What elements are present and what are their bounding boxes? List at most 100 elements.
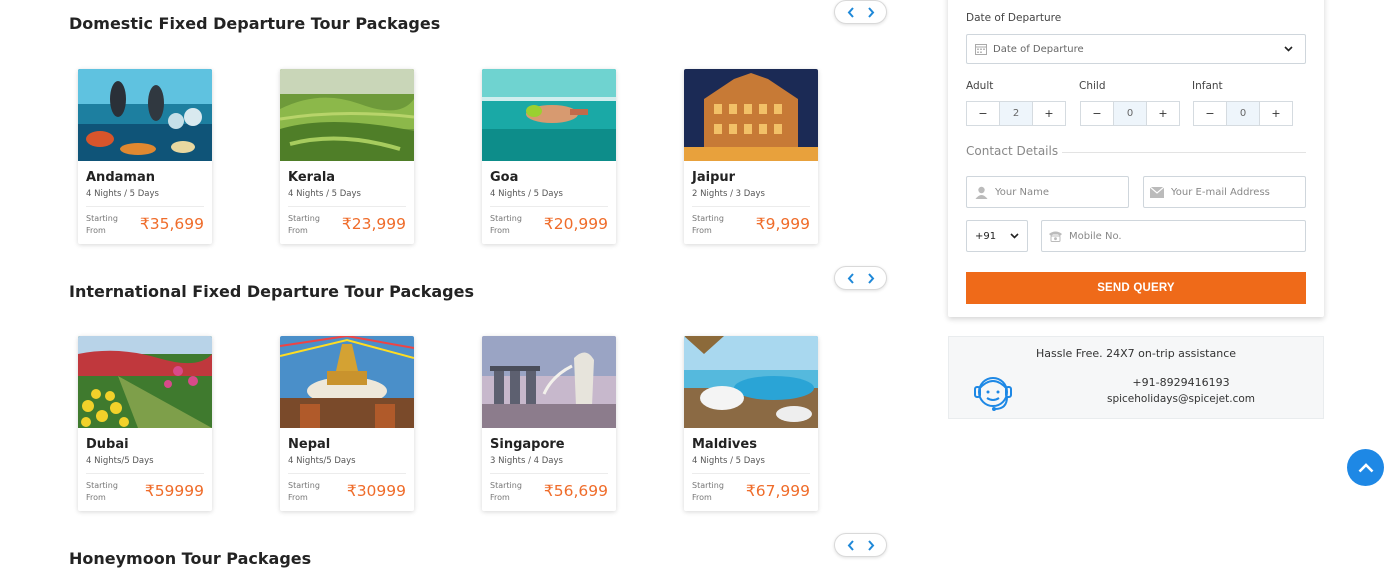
starting-from-label: Starting From [86,214,118,235]
package-image [280,69,414,161]
package-price: ₹23,999 [341,215,406,233]
chevron-right-icon[interactable] [867,6,875,18]
divider [86,206,204,207]
assistance-title: Hassle Free. 24X7 on-trip assistance [1035,347,1237,360]
carousel-pager [834,533,887,557]
starting-from-label: Starting From [288,481,320,502]
country-code-select[interactable]: +91 [966,220,1028,252]
infant-stepper: − 0 + [1193,101,1293,126]
date-label: Date of Departure [966,12,1062,24]
decrement-button[interactable]: − [967,102,1000,125]
package-price: ₹20,999 [543,215,608,233]
package-price: ₹56,699 [543,482,608,500]
section-title: International Fixed Departure Tour Packa… [69,282,474,301]
infant-label: Infant [1192,80,1223,92]
child-count[interactable]: 0 [1114,102,1147,125]
package-image [684,69,818,161]
package-duration: 2 Nights / 3 Days [692,189,765,199]
contact-details-heading: Contact Details [966,144,1063,158]
mobile-input[interactable]: Mobile No. [1041,220,1306,252]
enquiry-form: Date of Departure Date of Departure Adul… [948,0,1324,317]
assistance-phone[interactable]: +91-8929416193 [1039,376,1323,389]
child-label: Child [1079,80,1106,92]
mail-icon [1150,186,1164,198]
infant-count[interactable]: 0 [1227,102,1260,125]
arrow-up-icon [1358,462,1374,473]
departure-date-select[interactable]: Date of Departure [966,34,1306,64]
package-image [684,336,818,428]
package-name: Andaman [86,170,155,185]
user-icon [975,186,988,199]
decrement-button[interactable]: − [1081,102,1114,125]
section-title: Domestic Fixed Departure Tour Packages [69,14,441,33]
package-image [482,336,616,428]
increment-button[interactable]: + [1033,102,1065,125]
email-placeholder: Your E-mail Address [1171,186,1270,198]
decrement-button[interactable]: − [1194,102,1227,125]
package-image [482,69,616,161]
scroll-to-top-button[interactable] [1347,449,1384,486]
increment-button[interactable]: + [1147,102,1179,125]
divider [490,206,608,207]
adult-stepper: − 2 + [966,101,1066,126]
package-duration: 4 Nights/5 Days [288,456,356,466]
package-price: ₹35,699 [139,215,204,233]
package-card[interactable]: Andaman 4 Nights / 5 Days Starting From ₹… [78,69,212,244]
package-price: ₹30999 [346,482,406,500]
divider [86,473,204,474]
package-card[interactable]: Dubai 4 Nights/5 Days Starting From ₹5999… [78,336,212,511]
package-card[interactable]: Nepal 4 Nights/5 Days Starting From ₹3099… [280,336,414,511]
send-query-button[interactable]: SEND QUERY [966,272,1306,304]
starting-from-label: Starting From [288,214,320,235]
package-card[interactable]: Jaipur 2 Nights / 3 Days Starting From ₹9… [684,69,818,244]
name-input[interactable]: Your Name [966,176,1129,208]
package-card[interactable]: Goa 4 Nights / 5 Days Starting From ₹20,9… [482,69,616,244]
phone-icon [1048,230,1063,242]
package-name: Kerala [288,170,336,185]
package-name: Goa [490,170,519,185]
starting-from-label: Starting From [86,481,118,502]
assistance-box: Hassle Free. 24X7 on-trip assistance +91… [948,336,1324,419]
package-price: ₹9,999 [755,215,810,233]
chevron-down-icon [1010,233,1019,239]
assistance-email[interactable]: spiceholidays@spicejet.com [1039,393,1323,405]
package-price: ₹59999 [144,482,204,500]
calendar-icon [975,43,987,55]
country-code-value: +91 [975,230,997,242]
package-duration: 4 Nights / 5 Days [490,189,563,199]
date-placeholder: Date of Departure [993,43,1084,55]
package-name: Dubai [86,437,129,452]
package-image [78,336,212,428]
starting-from-label: Starting From [490,214,522,235]
divider [692,473,810,474]
email-input[interactable]: Your E-mail Address [1143,176,1306,208]
name-placeholder: Your Name [995,186,1050,198]
divider [490,473,608,474]
mobile-placeholder: Mobile No. [1069,230,1122,242]
adult-label: Adult [966,80,994,92]
chevron-down-icon [1284,46,1293,52]
package-card[interactable]: Maldives 4 Nights / 5 Days Starting From … [684,336,818,511]
package-name: Jaipur [692,170,736,185]
chevron-left-icon[interactable] [847,6,855,18]
divider [288,473,406,474]
package-duration: 3 Nights / 4 Days [490,456,563,466]
chevron-left-icon[interactable] [847,539,855,551]
adult-count[interactable]: 2 [1000,102,1033,125]
package-duration: 4 Nights / 5 Days [288,189,361,199]
chevron-right-icon[interactable] [867,539,875,551]
increment-button[interactable]: + [1260,102,1292,125]
package-price: ₹67,999 [745,482,810,500]
divider [288,206,406,207]
package-card[interactable]: Singapore 3 Nights / 4 Days Starting From… [482,336,616,511]
carousel-pager [834,0,887,24]
section-title: Honeymoon Tour Packages [69,549,312,568]
chevron-left-icon[interactable] [847,272,855,284]
starting-from-label: Starting From [692,214,724,235]
package-name: Nepal [288,437,331,452]
package-card[interactable]: Kerala 4 Nights / 5 Days Starting From ₹2… [280,69,414,244]
package-duration: 4 Nights/5 Days [86,456,154,466]
package-duration: 4 Nights / 5 Days [692,456,765,466]
chevron-right-icon[interactable] [867,272,875,284]
child-stepper: − 0 + [1080,101,1180,126]
